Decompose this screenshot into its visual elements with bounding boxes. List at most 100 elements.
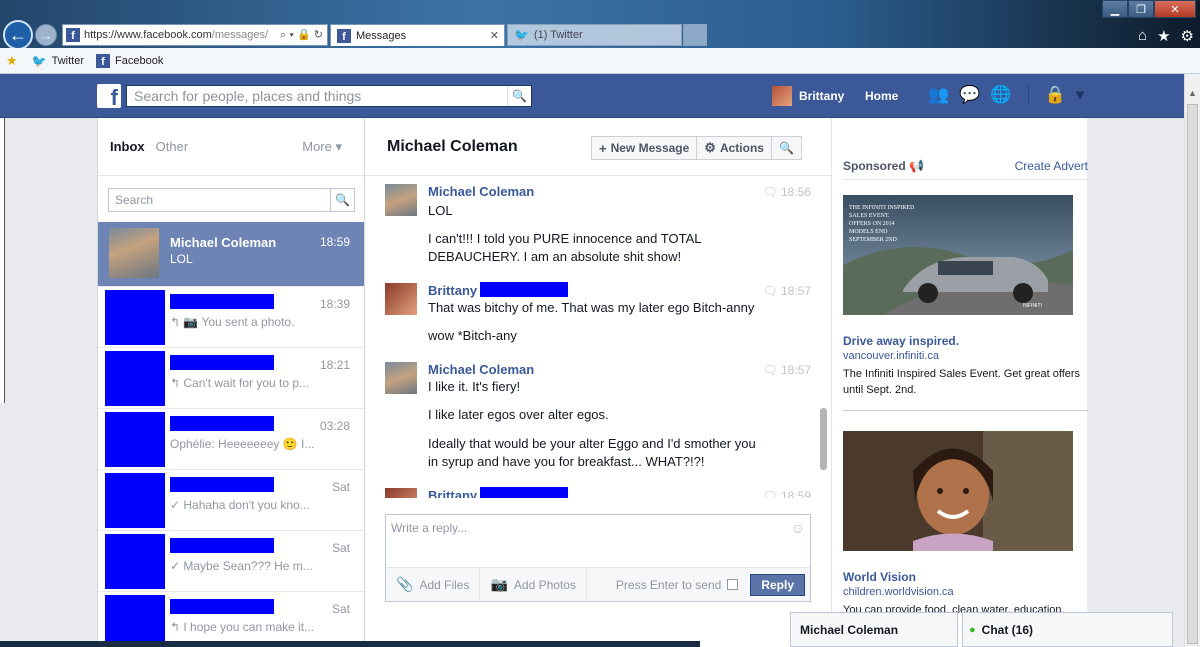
- twitter-bird-icon: 🐦: [514, 28, 529, 42]
- thread-item[interactable]: Sat ✓ Maybe Sean??? He m...: [98, 531, 364, 592]
- address-bar-icons[interactable]: ⌕ ▾ 🔒 ↻: [280, 28, 327, 42]
- paperclip-icon: 📎: [396, 576, 414, 592]
- profile-link[interactable]: Brittany: [772, 86, 844, 106]
- press-enter-checkbox[interactable]: [727, 579, 739, 590]
- plus-icon: +: [599, 140, 607, 156]
- thread-item[interactable]: 18:39 ↰ 📷 You sent a photo.: [98, 287, 364, 348]
- os-taskbar: [0, 641, 700, 647]
- add-photos-button[interactable]: 📷 Add Photos: [480, 567, 587, 602]
- tab-inbox[interactable]: Inbox: [110, 139, 145, 154]
- search-placeholder: Search for people, places and things: [134, 88, 362, 104]
- message-time-text: 18:56: [780, 185, 811, 199]
- gear-icon[interactable]: ⚙: [1181, 27, 1194, 45]
- megaphone-icon: 📢: [909, 159, 924, 173]
- friend-requests-icon[interactable]: 👥: [928, 85, 949, 105]
- create-advert-link[interactable]: Create Advert: [1015, 159, 1088, 173]
- reply-input[interactable]: Write a reply... ☺: [386, 515, 810, 567]
- message-text: I can't!!! I told you PURE innocence and…: [428, 231, 702, 246]
- add-files-button[interactable]: 📎 Add Files: [386, 567, 481, 602]
- thread-item[interactable]: 18:21 ↰ Can't wait for you to p...: [98, 348, 364, 409]
- new-tab-button[interactable]: [683, 24, 707, 46]
- button-label: Add Files: [419, 577, 470, 592]
- maximize-button[interactable]: ❐: [1128, 0, 1154, 18]
- favorite-twitter[interactable]: 🐦 Twitter: [32, 54, 84, 68]
- avatar[interactable]: [385, 488, 417, 498]
- actions-button[interactable]: ⚙ Actions: [696, 136, 772, 160]
- search-icon: 🔍: [778, 141, 794, 155]
- thread-time: Sat: [331, 541, 350, 555]
- press-enter-toggle[interactable]: Press Enter to send: [616, 578, 750, 592]
- tab-other[interactable]: Other: [156, 139, 189, 154]
- back-button[interactable]: ←: [3, 20, 33, 50]
- favorite-facebook[interactable]: f Facebook: [96, 53, 163, 68]
- ad-title[interactable]: World Vision: [843, 570, 1088, 584]
- reply-button[interactable]: Reply: [750, 573, 805, 596]
- sender-name[interactable]: Brittany: [428, 488, 477, 498]
- chat-conversation-tab[interactable]: Michael Coleman: [790, 612, 958, 647]
- thread-search-input[interactable]: Search 🔍: [108, 188, 355, 212]
- close-tab-icon[interactable]: ✕: [490, 29, 499, 42]
- search-conversation-button[interactable]: 🔍: [770, 136, 802, 160]
- thread-item[interactable]: 03:28 Ophélie: Heeeeeeey 🙂 I...: [98, 409, 364, 470]
- ad-image-text: SEPTEMBER 2ND: [849, 237, 898, 243]
- avatar[interactable]: [385, 184, 417, 216]
- ad-infiniti[interactable]: THE INFINITI INSPIRED SALES EVENT. OFFER…: [843, 195, 1088, 398]
- emoji-icon[interactable]: ☺: [791, 520, 805, 536]
- tab-twitter[interactable]: 🐦 (1) Twitter: [507, 24, 682, 46]
- ad-host[interactable]: children.worldvision.ca: [843, 586, 1088, 598]
- message-time: 🗨 18:57: [762, 284, 811, 298]
- ad-world-vision[interactable]: World Vision children.worldvision.ca You…: [843, 431, 1088, 618]
- redacted-avatar: [105, 412, 165, 467]
- add-favorite-icon[interactable]: ★: [6, 53, 18, 69]
- search-input[interactable]: Search for people, places and things 🔍: [126, 85, 532, 107]
- forward-button[interactable]: →: [35, 24, 57, 46]
- scroll-up-icon[interactable]: ▲: [1188, 88, 1197, 98]
- facebook-favicon: f: [96, 53, 111, 68]
- conversation-title[interactable]: Michael Coleman: [387, 138, 518, 156]
- sender-name[interactable]: Michael Coleman: [428, 362, 534, 377]
- search-icon[interactable]: 🔍: [330, 189, 354, 211]
- browser-chrome: ← → f https://www. facebook.com/messages/…: [0, 0, 1200, 74]
- new-message-button[interactable]: + New Message: [591, 136, 698, 160]
- conversation-scrollbar[interactable]: [820, 408, 827, 470]
- sender-name[interactable]: Brittany: [428, 283, 477, 298]
- scrollbar-thumb[interactable]: [1187, 104, 1198, 644]
- ad-image-car[interactable]: THE INFINITI INSPIRED SALES EVENT. OFFER…: [843, 195, 1073, 315]
- minimize-button[interactable]: ▁: [1102, 0, 1128, 18]
- ad-title[interactable]: Drive away inspired.: [843, 334, 1088, 348]
- thread-item[interactable]: Michael Coleman 18:59 LOL: [98, 222, 364, 287]
- messages-icon[interactable]: 💬: [959, 85, 980, 105]
- online-friends-icon: ●: [969, 623, 976, 636]
- close-window-button[interactable]: ✕: [1154, 0, 1196, 18]
- page-scrollbar[interactable]: ▲: [1184, 74, 1200, 647]
- facebook-logo[interactable]: f: [97, 84, 121, 109]
- chat-label: Chat (16): [981, 622, 1033, 637]
- forward-arrow-icon: →: [39, 27, 53, 43]
- thread-time: 18:21: [319, 358, 350, 372]
- privacy-shortcuts-icon[interactable]: 🔒: [1045, 85, 1066, 105]
- thread-item[interactable]: Sat ↰ I hope you can make it...: [98, 592, 364, 647]
- chevron-down-icon[interactable]: ▾: [1076, 85, 1085, 105]
- redacted-name: [170, 477, 274, 492]
- thread-item[interactable]: Sat ✓ Hahaha don't you kno...: [98, 470, 364, 531]
- thread-snippet: ✓ Hahaha don't you kno...: [170, 498, 310, 512]
- thread-time: 03:28: [319, 419, 350, 433]
- address-bar[interactable]: f https://www. facebook.com/messages/ ⌕ ▾…: [62, 24, 328, 46]
- search-icon[interactable]: 🔍: [507, 86, 531, 106]
- home-link[interactable]: Home: [865, 89, 898, 103]
- chat-sidebar-tab[interactable]: ● Chat (16): [962, 612, 1173, 647]
- message-time-text: 18:59: [780, 489, 811, 498]
- tab-messages[interactable]: f Messages ✕: [330, 24, 505, 46]
- notifications-globe-icon[interactable]: 🌐: [990, 85, 1011, 105]
- avatar[interactable]: [385, 362, 417, 394]
- favorites-star-icon[interactable]: ★: [1157, 27, 1170, 45]
- avatar[interactable]: [385, 283, 417, 315]
- ad-brand-text: INFINITI: [1023, 303, 1042, 309]
- more-dropdown[interactable]: More ▾: [302, 139, 342, 155]
- ad-image-child[interactable]: [843, 431, 1073, 551]
- sender-name[interactable]: Michael Coleman: [428, 184, 534, 199]
- avatar: [109, 228, 159, 278]
- ad-host[interactable]: vancouver.infiniti.ca: [843, 350, 1088, 362]
- home-icon[interactable]: ⌂: [1138, 27, 1147, 45]
- url-path: /messages/: [211, 29, 269, 41]
